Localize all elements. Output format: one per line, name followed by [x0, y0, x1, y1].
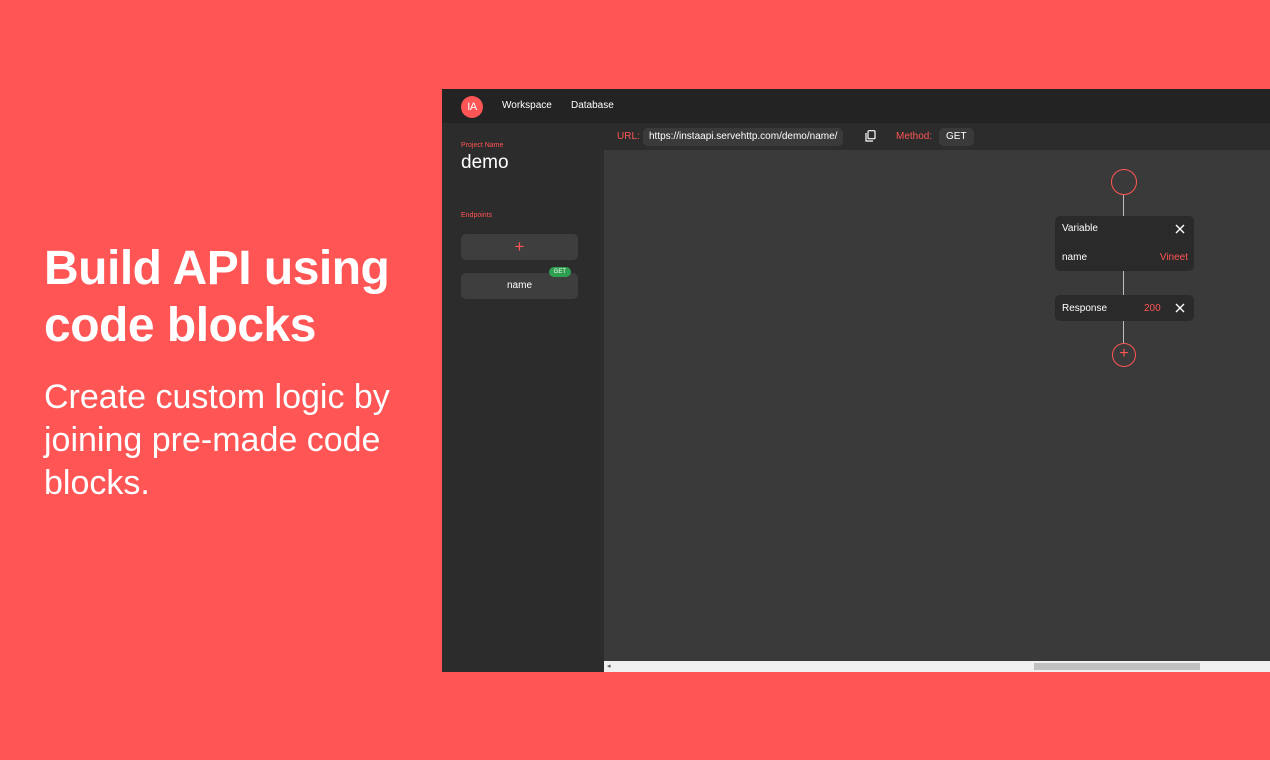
start-node[interactable]: [1111, 169, 1137, 195]
hero-section: Build API using code blocks Create custo…: [44, 240, 424, 505]
add-endpoint-button[interactable]: +: [461, 234, 578, 260]
connector-line: [1123, 195, 1124, 216]
top-navbar: IA Workspace Database: [442, 89, 1270, 123]
copy-icon[interactable]: [865, 130, 876, 142]
method-label: Method:: [896, 131, 933, 142]
variable-block[interactable]: Variable name Vineet: [1055, 216, 1194, 271]
app-window: IA Workspace Database Project Name demo …: [442, 89, 1270, 672]
connector-line: [1123, 271, 1124, 295]
close-icon[interactable]: [1175, 224, 1185, 234]
url-value[interactable]: https://instaapi.servehttp.com/demo/name…: [643, 128, 844, 146]
response-status-code[interactable]: 200: [1144, 303, 1161, 314]
hero-subtitle-line: Create custom logic by: [44, 378, 390, 416]
project-name: demo: [461, 152, 509, 173]
workflow-canvas[interactable]: Variable name Vineet Response 200 +: [604, 150, 1270, 661]
hero-title-line: Build API using: [44, 242, 390, 295]
endpoint-name: name: [506, 280, 532, 291]
sidebar: Project Name demo Endpoints + name GET: [442, 123, 604, 672]
method-select[interactable]: GET: [939, 128, 974, 146]
connector-line: [1123, 321, 1124, 343]
variable-value[interactable]: Vineet: [1160, 252, 1188, 263]
hero-title-line: code blocks: [44, 299, 316, 352]
scroll-left-arrow-icon[interactable]: ◂: [607, 663, 611, 670]
url-bar: URL: https://instaapi.servehttp.com/demo…: [604, 123, 1270, 150]
variable-key[interactable]: name: [1062, 252, 1087, 263]
hero-title: Build API using code blocks: [44, 240, 424, 354]
endpoints-label: Endpoints: [461, 212, 493, 219]
horizontal-scrollbar[interactable]: ◂: [604, 661, 1270, 672]
add-block-button[interactable]: +: [1112, 343, 1136, 367]
nav-database-link[interactable]: Database: [571, 100, 614, 111]
response-block-title: Response: [1062, 303, 1108, 314]
nav-workspace-link[interactable]: Workspace: [502, 100, 552, 111]
endpoint-item[interactable]: name GET: [461, 267, 578, 299]
app-logo[interactable]: IA: [461, 96, 483, 118]
url-label: URL:: [617, 131, 640, 142]
hero-subtitle: Create custom logic by joining pre-made …: [44, 376, 424, 505]
method-badge: GET: [548, 267, 571, 277]
project-name-label: Project Name: [461, 142, 504, 149]
close-icon[interactable]: [1175, 303, 1185, 313]
hero-subtitle-line: joining pre-made code: [44, 421, 381, 459]
scrollbar-thumb[interactable]: [1034, 663, 1200, 670]
hero-subtitle-line: blocks.: [44, 464, 150, 502]
response-block[interactable]: Response 200: [1055, 295, 1194, 321]
variable-block-title: Variable: [1062, 223, 1098, 234]
